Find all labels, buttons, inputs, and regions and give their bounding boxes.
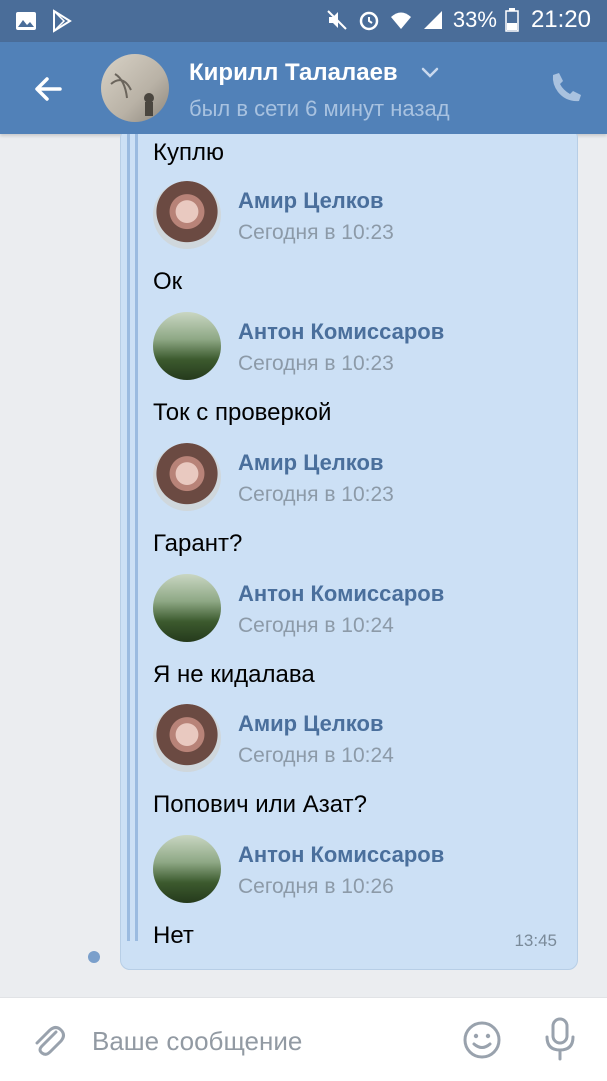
contact-name[interactable]: Кирилл Талалаев <box>189 59 398 87</box>
message-input[interactable] <box>90 1018 434 1064</box>
sender-time: Сегодня в 10:23 <box>238 483 394 506</box>
message-time: 13:45 <box>514 931 557 950</box>
message-composer <box>0 997 607 1081</box>
contact-avatar[interactable] <box>101 54 169 122</box>
forwarded-message-text: Куплю <box>153 139 224 166</box>
mute-icon <box>327 10 347 30</box>
sender-time: Сегодня в 10:26 <box>238 875 394 898</box>
status-bar: 33% 21:20 <box>0 0 607 42</box>
sender-avatar[interactable] <box>153 443 221 511</box>
unread-indicator <box>88 951 100 963</box>
forwarded-sender[interactable]: Амир Целков Сегодня в 10:23 <box>153 181 553 249</box>
sender-time: Сегодня в 10:23 <box>238 221 394 244</box>
sender-time: Сегодня в 10:24 <box>238 614 394 637</box>
sender-avatar[interactable] <box>153 704 221 772</box>
forwarded-message-text: Ток с проверкой <box>153 399 332 426</box>
phone-icon[interactable] <box>550 70 584 104</box>
sender-avatar[interactable] <box>153 181 221 249</box>
sender-name[interactable]: Амир Целков <box>238 711 383 737</box>
chat-header: Кирилл Талалаев был в сети 6 минут назад <box>0 42 607 134</box>
sender-name[interactable]: Антон Комиссаров <box>238 319 444 345</box>
sender-avatar[interactable] <box>153 835 221 903</box>
sender-name[interactable]: Амир Целков <box>238 188 383 214</box>
clock: 21:20 <box>530 6 591 33</box>
sender-name[interactable]: Амир Целков <box>238 450 383 476</box>
paperclip-icon[interactable] <box>28 1020 68 1060</box>
microphone-icon[interactable] <box>540 1016 580 1062</box>
forwarded-message-text: Попович или Азат? <box>153 791 367 818</box>
contact-avatar-image <box>110 73 154 116</box>
sender-time: Сегодня в 10:24 <box>238 744 394 767</box>
forward-line <box>135 134 138 941</box>
battery-percent: 33% <box>452 7 497 32</box>
forwarded-message-text: Гарант? <box>153 530 243 557</box>
sender-time: Сегодня в 10:23 <box>238 352 394 375</box>
chevron-down-icon[interactable] <box>420 66 440 80</box>
sender-name[interactable]: Антон Комиссаров <box>238 581 444 607</box>
image-icon <box>16 12 36 30</box>
battery-icon <box>505 8 519 32</box>
forwarded-message-text: Нет <box>153 922 194 949</box>
forwarded-sender[interactable]: Антон Комиссаров Сегодня в 10:26 <box>153 835 553 903</box>
forwarded-sender[interactable]: Антон Комиссаров Сегодня в 10:24 <box>153 574 553 642</box>
alarm-icon <box>359 11 379 31</box>
forwarded-message-text: Я не кидалава <box>153 661 315 688</box>
forwarded-message-text: Ок <box>153 268 183 295</box>
forwarded-sender[interactable]: Антон Комиссаров Сегодня в 10:23 <box>153 312 553 380</box>
forwarded-sender[interactable]: Амир Целков Сегодня в 10:24 <box>153 704 553 772</box>
forwarded-sender[interactable]: Амир Целков Сегодня в 10:23 <box>153 443 553 511</box>
sender-avatar[interactable] <box>153 312 221 380</box>
signal-icon <box>423 11 442 29</box>
sender-avatar[interactable] <box>153 574 221 642</box>
wifi-icon <box>390 12 411 29</box>
play-store-icon <box>53 9 72 33</box>
forward-line <box>127 134 130 941</box>
emoji-icon[interactable] <box>462 1020 502 1060</box>
sender-name[interactable]: Антон Комиссаров <box>238 842 444 868</box>
message-list[interactable]: 13:45 Куплю Амир Целков Сегодня в 10:23 … <box>0 134 607 997</box>
back-arrow-icon[interactable] <box>28 69 68 109</box>
contact-last-seen: был в сети 6 минут назад <box>189 96 450 121</box>
